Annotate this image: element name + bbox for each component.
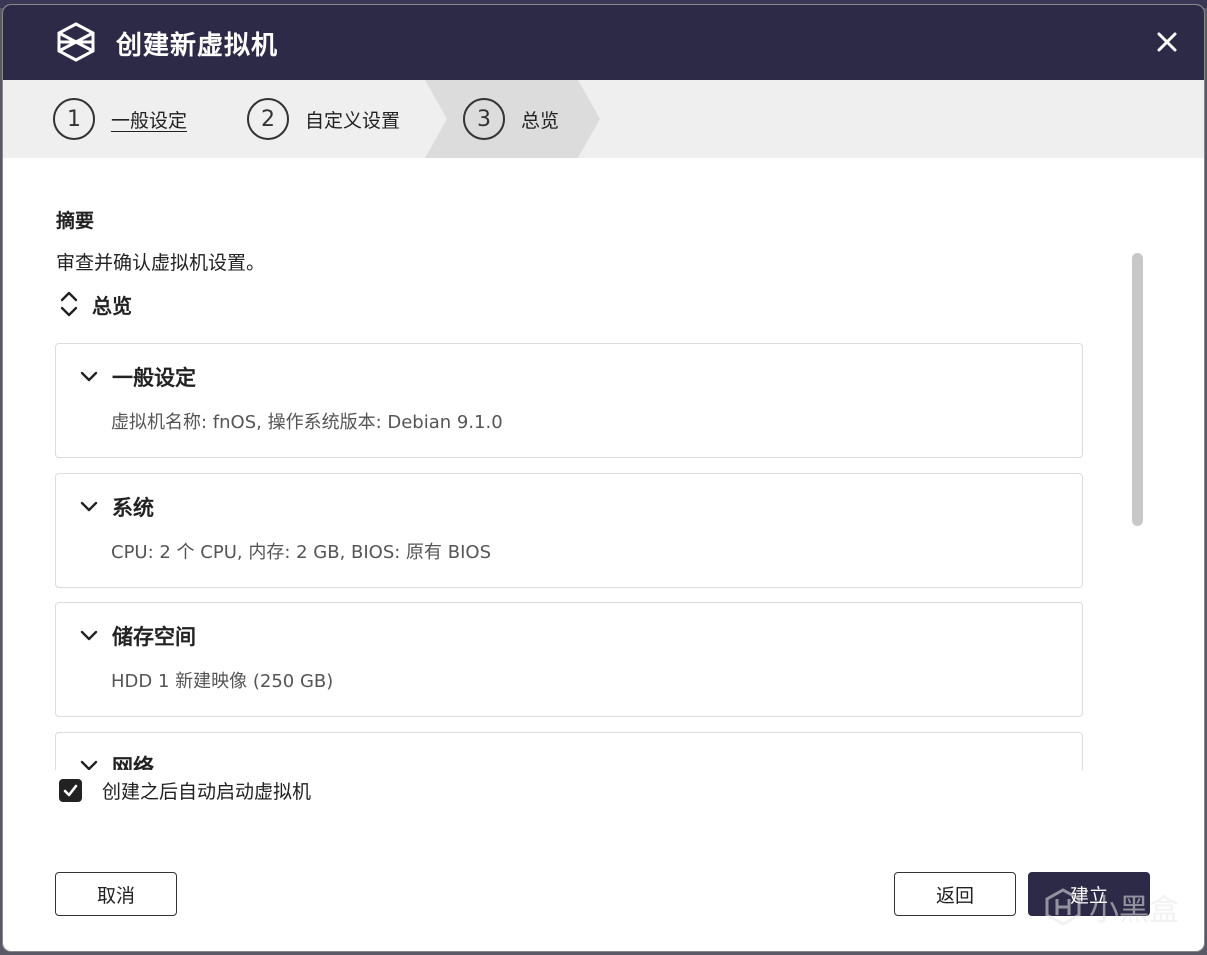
back-button[interactable]: 返回 — [894, 872, 1016, 916]
card-detail: CPU: 2 个 CPU, 内存: 2 GB, BIOS: 原有 BIOS — [111, 542, 492, 563]
summary-card-storage: 储存空间 HDD 1 新建映像 (250 GB) — [55, 602, 1083, 717]
vm-cube-icon — [57, 22, 95, 62]
content-scrollbar[interactable] — [1132, 253, 1143, 526]
step-number: 1 — [53, 98, 95, 140]
wizard-stepper: 1 一般设定 2 自定义设置 3 总览 — [3, 80, 1204, 158]
card-header[interactable]: 网络 — [78, 751, 154, 770]
card-title: 系统 — [112, 496, 154, 520]
card-detail: 虚拟机名称: fnOS, 操作系统版本: Debian 9.1.0 — [111, 412, 503, 433]
autostart-label: 创建之后自动启动虚拟机 — [102, 781, 312, 803]
step-overview[interactable]: 3 总览 — [463, 95, 559, 143]
watermark-logo-icon — [1045, 888, 1081, 926]
step-label: 一般设定 — [111, 109, 188, 132]
close-icon[interactable] — [1150, 25, 1184, 59]
card-header[interactable]: 系统 — [78, 492, 154, 522]
step-number: 2 — [247, 98, 289, 140]
create-vm-dialog: 创建新虚拟机 1 一般设定 2 自定义设置 3 总览 摘要 审查并确认虚拟机设置… — [3, 5, 1204, 951]
checkmark-icon — [63, 784, 78, 797]
card-header[interactable]: 一般设定 — [78, 362, 196, 392]
step-label: 总览 — [521, 109, 560, 132]
chevron-down-icon — [80, 501, 98, 512]
card-title: 储存空间 — [112, 625, 196, 649]
watermark: 小黑盒 — [1043, 885, 1179, 929]
dialog-title: 创建新虚拟机 — [116, 31, 279, 61]
autostart-checkbox[interactable] — [59, 779, 82, 802]
overview-label: 总览 — [92, 293, 132, 318]
dialog-header: 创建新虚拟机 — [3, 5, 1204, 80]
step-number: 3 — [463, 98, 505, 140]
summary-content: 摘要 审查并确认虚拟机设置。 总览 一般设定 虚拟机名称: fnOS, 操作系统… — [3, 158, 1204, 770]
cancel-button[interactable]: 取消 — [55, 872, 177, 916]
chevron-down-icon — [80, 371, 98, 382]
card-title: 网络 — [112, 755, 154, 770]
step-custom-settings[interactable]: 2 自定义设置 — [247, 95, 400, 143]
card-title: 一般设定 — [112, 366, 196, 390]
summary-card-network: 网络 — [55, 732, 1083, 770]
card-header[interactable]: 储存空间 — [78, 621, 196, 651]
summary-title: 摘要 — [56, 210, 95, 232]
overview-expand-toggle[interactable]: 总览 — [56, 288, 132, 320]
card-detail: HDD 1 新建映像 (250 GB) — [111, 671, 334, 692]
chevron-down-icon — [80, 760, 98, 770]
step-label: 自定义设置 — [305, 109, 401, 132]
watermark-text: 小黑盒 — [1089, 893, 1179, 928]
step-general-settings[interactable]: 1 一般设定 — [53, 95, 187, 143]
expand-collapse-icon — [60, 291, 78, 317]
chevron-down-icon — [80, 630, 98, 641]
autostart-checkbox-row[interactable]: 创建之后自动启动虚拟机 — [59, 777, 311, 804]
summary-card-general: 一般设定 虚拟机名称: fnOS, 操作系统版本: Debian 9.1.0 — [55, 343, 1083, 458]
summary-description: 审查并确认虚拟机设置。 — [56, 252, 266, 274]
summary-card-system: 系统 CPU: 2 个 CPU, 内存: 2 GB, BIOS: 原有 BIOS — [55, 473, 1083, 588]
